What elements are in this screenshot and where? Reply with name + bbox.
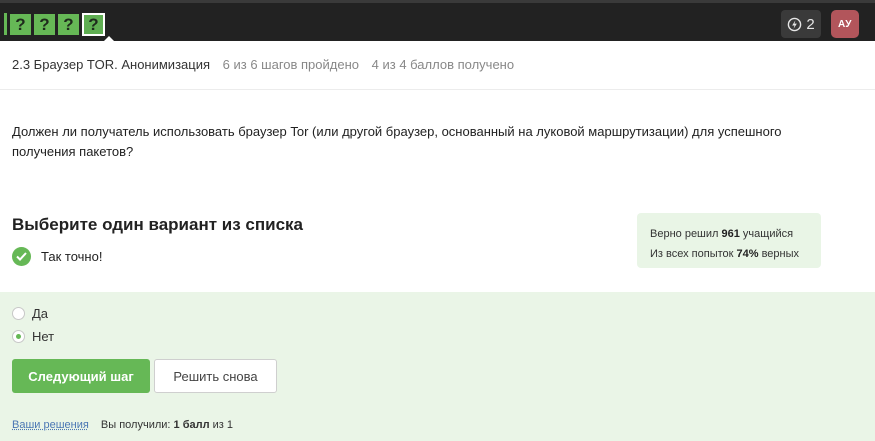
step-item-previous[interactable] bbox=[4, 13, 7, 35]
lightning-icon bbox=[788, 17, 802, 31]
energy-counter[interactable]: 2 bbox=[781, 10, 821, 38]
retry-button[interactable]: Решить снова bbox=[154, 359, 277, 393]
stats-solved-prefix: Верно решил bbox=[650, 228, 722, 240]
step-item-1[interactable]: ? bbox=[10, 13, 31, 35]
feedback-text: Так точно! bbox=[41, 249, 103, 264]
feedback-row: Так точно! bbox=[12, 247, 102, 266]
stats-solved: Верно решил 961 учащийся bbox=[650, 224, 821, 244]
option-da[interactable]: Да bbox=[12, 306, 48, 321]
stats-attempts: Из всех попыток 74% верных bbox=[650, 244, 821, 264]
check-icon bbox=[12, 247, 31, 266]
stats-solved-suffix: учащийся bbox=[739, 228, 794, 240]
step-navigation: ? ? ? ? bbox=[4, 12, 108, 36]
task-title: Выберите один вариант из списка bbox=[12, 215, 303, 234]
step-item-2[interactable]: ? bbox=[34, 13, 55, 35]
top-bar: ? ? ? ? 2 АУ bbox=[0, 0, 875, 41]
stats-solved-count: 961 bbox=[721, 228, 740, 240]
header-divider bbox=[0, 89, 875, 90]
lesson-header: 2.3 Браузер TOR. Анонимизация 6 из 6 шаг… bbox=[12, 57, 514, 72]
option-label: Да bbox=[32, 306, 49, 321]
radio-button-checked[interactable] bbox=[12, 330, 25, 343]
current-step-pointer bbox=[104, 36, 114, 41]
radio-button[interactable] bbox=[12, 307, 25, 320]
question-text: Должен ли получатель использовать браузе… bbox=[12, 124, 782, 159]
lesson-title: 2.3 Браузер TOR. Анонимизация bbox=[12, 57, 211, 72]
score-prefix: Вы получили: bbox=[100, 419, 174, 431]
score-max: 1 bbox=[226, 419, 234, 431]
footer-row: Ваши решения Вы получили: 1 балл из 1 bbox=[12, 419, 233, 431]
step-item-current[interactable]: ? bbox=[82, 12, 105, 36]
your-solutions-link[interactable]: Ваши решения bbox=[12, 419, 89, 431]
next-step-button[interactable]: Следующий шаг bbox=[12, 359, 150, 393]
points-progress: 4 из 4 баллов получено bbox=[371, 57, 515, 72]
option-label: Нет bbox=[32, 329, 55, 344]
option-net[interactable]: Нет bbox=[12, 329, 54, 344]
score-value: 1 балл bbox=[173, 419, 210, 431]
step-item-3[interactable]: ? bbox=[58, 13, 79, 35]
stats-attempts-percent: 74% bbox=[736, 248, 759, 260]
stats-attempts-prefix: Из всех попыток bbox=[650, 248, 737, 260]
energy-count: 2 bbox=[806, 15, 815, 33]
user-avatar[interactable]: АУ bbox=[831, 10, 859, 38]
stats-attempts-suffix: верных bbox=[758, 248, 800, 260]
score-middle: из bbox=[209, 419, 227, 431]
stats-box: Верно решил 961 учащийся Из всех попыток… bbox=[637, 213, 821, 268]
steps-progress: 6 из 6 шагов пройдено bbox=[222, 57, 360, 72]
